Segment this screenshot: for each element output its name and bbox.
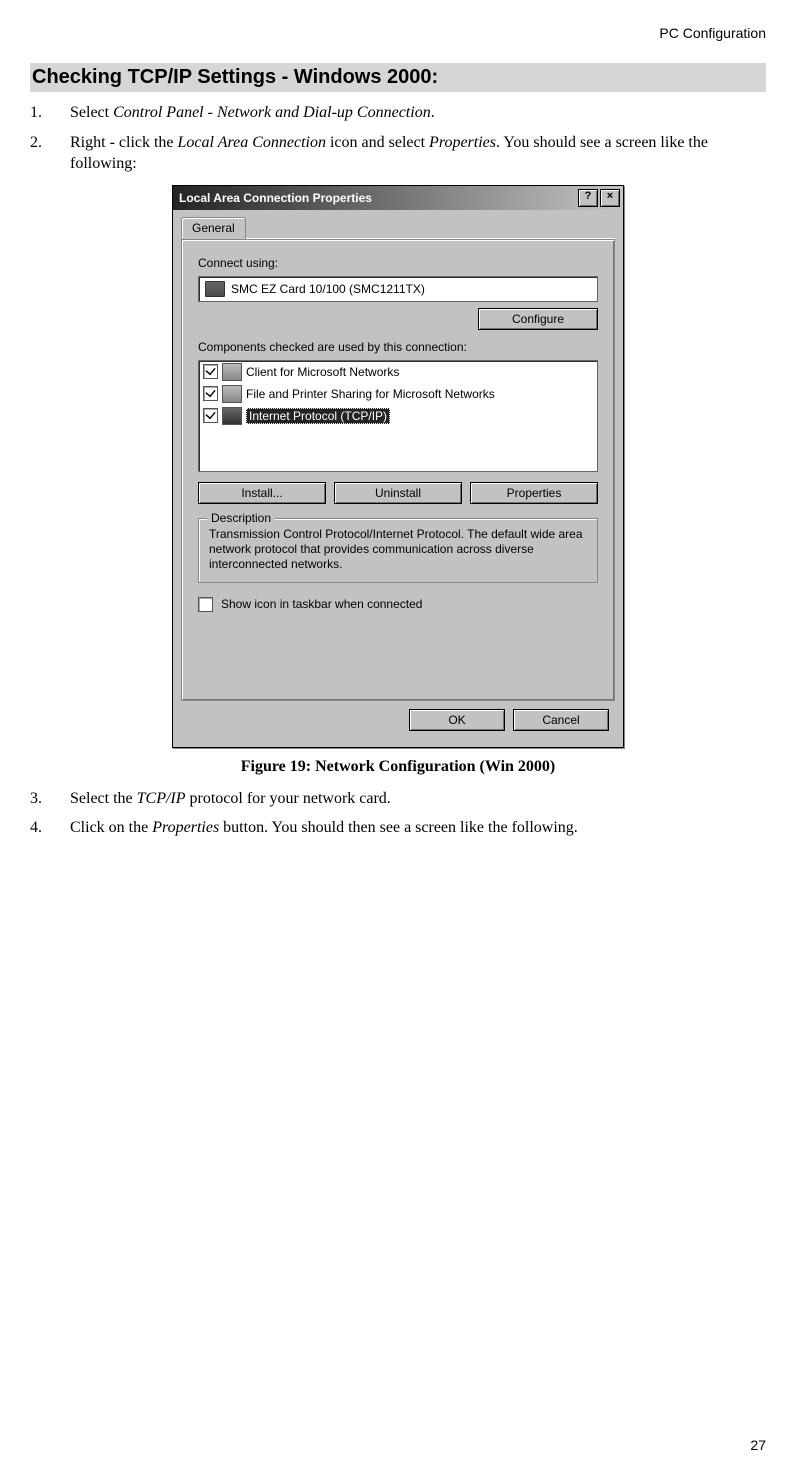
help-button[interactable]: ?: [578, 189, 598, 207]
cancel-button[interactable]: Cancel: [513, 709, 609, 731]
description-groupbox: Description Transmission Control Protoco…: [198, 518, 598, 583]
tab-panel-general: Connect using: SMC EZ Card 10/100 (SMC12…: [181, 239, 615, 701]
checkbox-icon[interactable]: [203, 386, 218, 401]
protocol-icon: [222, 407, 242, 425]
step-text: protocol for your network card.: [186, 790, 391, 807]
file-print-icon: [222, 385, 242, 403]
step-emphasis: TCP/IP: [137, 790, 186, 807]
close-button[interactable]: ×: [600, 189, 620, 207]
adapter-name: SMC EZ Card 10/100 (SMC1211TX): [231, 282, 425, 296]
configure-button[interactable]: Configure: [478, 308, 598, 330]
list-item-selected[interactable]: Internet Protocol (TCP/IP): [199, 405, 597, 427]
step-list-continued: Select the TCP/IP protocol for your netw…: [30, 788, 766, 839]
components-label: Components checked are used by this conn…: [198, 340, 598, 354]
figure-wrap: Local Area Connection Properties ? × Gen…: [30, 185, 766, 748]
step-3: Select the TCP/IP protocol for your netw…: [30, 788, 766, 810]
list-item[interactable]: Client for Microsoft Networks: [199, 361, 597, 383]
description-text: Transmission Control Protocol/Internet P…: [209, 527, 587, 572]
list-item[interactable]: File and Printer Sharing for Microsoft N…: [199, 383, 597, 405]
nic-icon: [205, 281, 225, 297]
description-legend: Description: [207, 511, 275, 525]
step-list: Select Control Panel - Network and Dial-…: [30, 102, 766, 175]
step-1: Select Control Panel - Network and Dial-…: [30, 102, 766, 124]
tab-strip: General: [181, 216, 615, 239]
step-emphasis: Control Panel - Network and Dial-up Conn…: [113, 104, 431, 121]
client-icon: [222, 363, 242, 381]
list-item-label: File and Printer Sharing for Microsoft N…: [246, 387, 495, 401]
dialog-title: Local Area Connection Properties: [179, 191, 372, 205]
figure-caption: Figure 19: Network Configuration (Win 20…: [30, 758, 766, 776]
tab-general[interactable]: General: [181, 217, 246, 239]
step-4: Click on the Properties button. You shou…: [30, 817, 766, 839]
step-text: Select: [70, 104, 113, 121]
page-number: 27: [750, 1437, 766, 1453]
dialog-titlebar[interactable]: Local Area Connection Properties ? ×: [173, 186, 623, 210]
step-2: Right - click the Local Area Connection …: [30, 132, 766, 175]
checkbox-icon[interactable]: [203, 364, 218, 379]
list-item-label: Internet Protocol (TCP/IP): [246, 408, 390, 424]
running-header: PC Configuration: [30, 25, 766, 41]
ok-button[interactable]: OK: [409, 709, 505, 731]
dialog-local-area-connection-properties: Local Area Connection Properties ? × Gen…: [172, 185, 624, 748]
step-text: Right - click the: [70, 134, 178, 151]
components-listbox[interactable]: Client for Microsoft Networks File and P…: [198, 360, 598, 472]
section-heading: Checking TCP/IP Settings - Windows 2000:: [30, 63, 766, 92]
uninstall-button[interactable]: Uninstall: [334, 482, 462, 504]
step-text: .: [431, 104, 435, 121]
step-text: button. You should then see a screen lik…: [219, 819, 578, 836]
show-icon-checkbox[interactable]: [198, 597, 213, 612]
connect-using-label: Connect using:: [198, 256, 598, 270]
dialog-footer: OK Cancel: [181, 701, 615, 739]
show-icon-label: Show icon in taskbar when connected: [221, 597, 422, 611]
step-emphasis: Local Area Connection: [178, 134, 326, 151]
step-text: Click on the: [70, 819, 152, 836]
step-text: Select the: [70, 790, 137, 807]
step-text: icon and select: [326, 134, 429, 151]
step-emphasis: Properties: [152, 819, 219, 836]
properties-button[interactable]: Properties: [470, 482, 598, 504]
adapter-field[interactable]: SMC EZ Card 10/100 (SMC1211TX): [198, 276, 598, 302]
step-emphasis: Properties: [429, 134, 496, 151]
list-item-label: Client for Microsoft Networks: [246, 365, 399, 379]
install-button[interactable]: Install...: [198, 482, 326, 504]
checkbox-icon[interactable]: [203, 408, 218, 423]
